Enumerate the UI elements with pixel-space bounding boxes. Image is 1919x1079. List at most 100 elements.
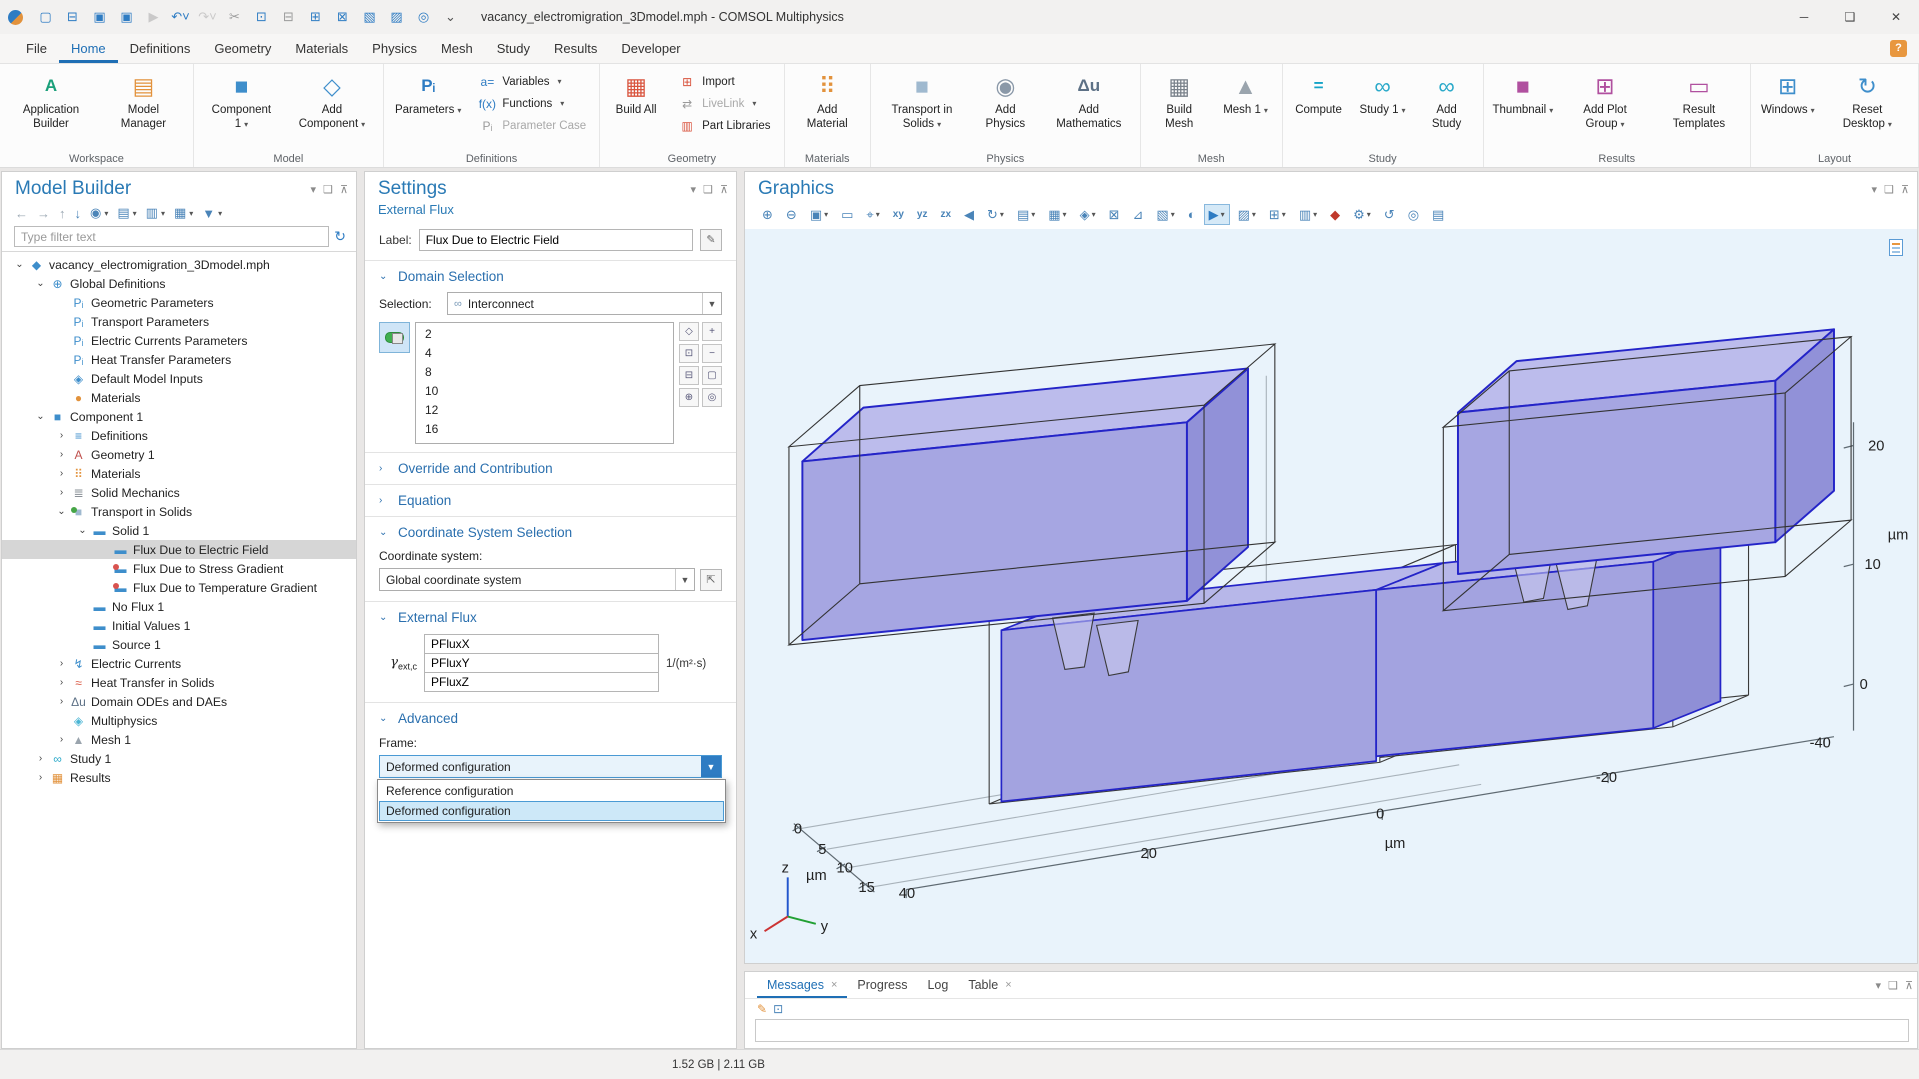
view-options-icon[interactable]: ▤▾ [1012, 204, 1040, 225]
domain-list-item[interactable]: 16 [416, 420, 673, 439]
ribbon-application-builder-button[interactable]: AApplication Builder [9, 69, 93, 132]
label-input[interactable] [419, 229, 693, 251]
tree-item-global-definitions[interactable]: ⌄⊕Global Definitions [2, 274, 356, 293]
tree-item-geometry-1[interactable]: ›AGeometry 1 [2, 445, 356, 464]
clear-selection-icon[interactable]: ▨ [384, 5, 409, 29]
chevron-closed-icon[interactable]: › [54, 468, 69, 479]
tree-item-multiphysics[interactable]: ◈Multiphysics [2, 711, 356, 730]
menu-home[interactable]: Home [59, 34, 118, 63]
chevron-open-icon[interactable]: ⌄ [33, 278, 48, 289]
ribbon-windows-button[interactable]: ⊞Windows▾ [1760, 69, 1816, 119]
tree-item-vacancy-electromigration-3dmodel-mph[interactable]: ⌄◆vacancy_electromigration_3Dmodel.mph [2, 255, 356, 274]
ribbon-livelink-button[interactable]: ⇄LiveLink▾ [673, 93, 774, 114]
undo-icon[interactable]: ↶˅ [168, 5, 193, 29]
domain-list-item[interactable]: 10 [416, 382, 673, 401]
image-settings-icon[interactable]: ▦▾ [1043, 204, 1071, 225]
ribbon-mesh-1-button[interactable]: ▲Mesh 1▾ [1219, 69, 1273, 119]
external-flux-input-2[interactable] [424, 672, 659, 692]
paste-selection-icon[interactable]: ⊟ [679, 366, 699, 385]
external-flux-header[interactable]: ⌄ External Flux [365, 602, 736, 633]
menu-definitions[interactable]: Definitions [118, 34, 203, 63]
find-icon[interactable]: ◎ [411, 5, 436, 29]
zoom-box-icon[interactable]: ▭ [836, 204, 858, 225]
ribbon-model-manager-button[interactable]: ▤Model Manager [103, 69, 184, 132]
float-icon[interactable]: ❑ [323, 183, 333, 196]
view-yz-icon[interactable]: yz [912, 204, 933, 225]
ribbon-add-plot-group-button[interactable]: ⊞Add Plot Group▾ [1563, 69, 1647, 132]
tree-item-results[interactable]: ›▦Results [2, 768, 356, 787]
frame-option-reference-configuration[interactable]: Reference configuration [379, 781, 724, 801]
collapse-icon[interactable]: ▾ [311, 183, 317, 196]
chevron-closed-icon[interactable]: › [54, 487, 69, 498]
view-zx-icon[interactable]: zx [935, 204, 956, 225]
select-box-icon[interactable]: ▧ [357, 5, 382, 29]
ribbon-build-all-button[interactable]: ▦Build All [609, 69, 663, 119]
snapshot-icon[interactable]: ◎ [1403, 204, 1424, 225]
redo-icon[interactable]: ↷˅ [195, 5, 220, 29]
ribbon-functions-button[interactable]: f(x)Functions▾ [473, 93, 590, 114]
remove-from-selection-icon[interactable]: − [702, 344, 722, 363]
clear-log-icon[interactable]: ✎ [757, 1002, 767, 1016]
close-button[interactable]: ✕ [1873, 0, 1919, 34]
chevron-closed-icon[interactable]: › [54, 449, 69, 460]
tab-progress[interactable]: Progress [847, 972, 917, 998]
zoom-out-icon[interactable]: ⊖ [781, 204, 802, 225]
ribbon-import-button[interactable]: ⊞Import [673, 71, 774, 92]
go-to-default-view-icon[interactable]: ⌖▾ [861, 204, 884, 225]
chevron-open-icon[interactable]: ⌄ [12, 259, 27, 270]
float-icon[interactable]: ❑ [703, 183, 713, 196]
go-to-view-icon[interactable]: ◀ [959, 204, 979, 225]
close-icon[interactable]: × [1005, 979, 1011, 991]
menu-geometry[interactable]: Geometry [202, 34, 283, 63]
ribbon-transport-in-solids-button[interactable]: ■Transport in Solids▾ [880, 69, 964, 132]
coordinate-system-header[interactable]: ⌄ Coordinate System Selection [365, 517, 736, 548]
new-file-icon[interactable]: ▢ [33, 5, 58, 29]
tab-messages[interactable]: Messages× [757, 972, 847, 998]
tree-item-domain-odes-and-daes[interactable]: ›ΔuDomain ODEs and DAEs [2, 692, 356, 711]
menu-physics[interactable]: Physics [360, 34, 429, 63]
tree-item-default-model-inputs[interactable]: ◈Default Model Inputs [2, 369, 356, 388]
domain-selection-header[interactable]: ⌄ Domain Selection [365, 261, 736, 292]
ribbon-variables-button[interactable]: a=Variables▾ [473, 71, 590, 92]
tab-table[interactable]: Table× [958, 972, 1021, 998]
copy-icon[interactable]: ⊡ [249, 5, 274, 29]
ribbon-add-study-button[interactable]: ∞Add Study [1420, 69, 1474, 132]
menu-mesh[interactable]: Mesh [429, 34, 485, 63]
print-icon[interactable]: ▤ [1427, 204, 1449, 225]
coordinate-system-combo[interactable]: Global coordinate system ▼ [379, 568, 695, 591]
back-icon[interactable]: ← [15, 206, 28, 221]
help-icon[interactable]: ? [1890, 40, 1907, 57]
minimize-button[interactable]: ─ [1781, 0, 1827, 34]
ribbon-thumbnail-button[interactable]: ■Thumbnail▾ [1493, 69, 1554, 119]
delete-icon[interactable]: ⊠ [330, 5, 355, 29]
plot-settings-icon[interactable]: ⚙▾ [1348, 204, 1376, 225]
animate-icon[interactable]: ▶▾ [1204, 204, 1230, 225]
color-legend-icon[interactable]: ◆ [1325, 204, 1345, 225]
menu-developer[interactable]: Developer [609, 34, 692, 63]
deselect-icon[interactable]: ◎ [702, 388, 722, 407]
advanced-header[interactable]: ⌄ Advanced [365, 703, 736, 734]
domain-list[interactable]: 248101216 [415, 322, 674, 444]
chevron-closed-icon[interactable]: › [54, 658, 69, 669]
zoom-extents-icon[interactable]: ▣▾ [805, 204, 833, 225]
close-icon[interactable]: × [831, 979, 837, 991]
zoom-in-icon[interactable]: ⊕ [757, 204, 778, 225]
rotate-icon[interactable]: ↻▾ [982, 204, 1009, 225]
external-flux-input-1[interactable] [424, 653, 659, 673]
ribbon-parameters-button[interactable]: PᵢParameters▾ [393, 69, 463, 119]
ribbon-study-1-button[interactable]: ∞Study 1▾ [1356, 69, 1410, 119]
active-toggle-button[interactable] [379, 322, 410, 353]
domain-list-item[interactable]: 4 [416, 344, 673, 363]
wireframe-icon[interactable]: ▨▾ [1233, 204, 1261, 225]
ribbon-add-physics-button[interactable]: ◉Add Physics [974, 69, 1037, 132]
chevron-closed-icon[interactable]: › [54, 734, 69, 745]
menu-study[interactable]: Study [485, 34, 542, 63]
expand-icon[interactable]: ▤▾ [117, 205, 136, 221]
show-icon[interactable]: ◉▾ [90, 205, 108, 221]
create-selection-icon[interactable]: ◇ [679, 322, 699, 341]
cut-icon[interactable]: ✂ [222, 5, 247, 29]
selection-combo[interactable]: ∞ Interconnect ▼ [447, 292, 722, 315]
domain-list-item[interactable]: 12 [416, 401, 673, 420]
pin-icon[interactable]: ⊼ [1905, 979, 1913, 992]
zoom-to-selection-icon[interactable]: ⊕ [679, 388, 699, 407]
